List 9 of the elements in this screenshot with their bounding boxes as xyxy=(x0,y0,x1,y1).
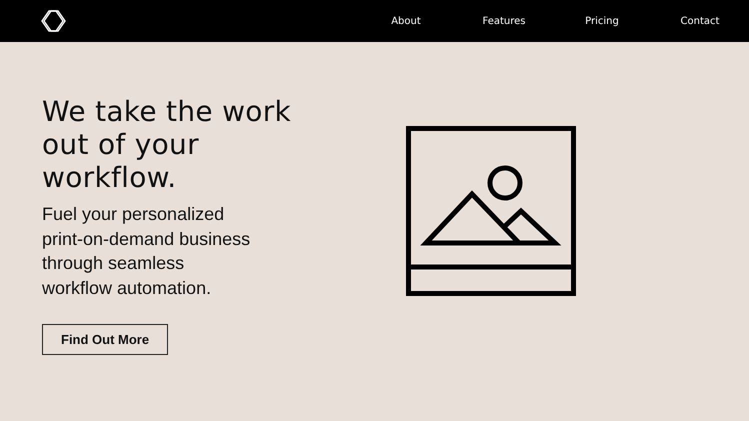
nav-link[interactable]: Features xyxy=(455,16,553,26)
image-placeholder-icon xyxy=(406,126,576,296)
find-out-more-button[interactable]: Find Out More xyxy=(42,324,168,355)
nav-link[interactable]: About xyxy=(357,16,455,26)
hero-heading: We take the work out of your workflow. xyxy=(42,95,292,194)
logo-icon[interactable] xyxy=(41,10,66,32)
hero-text: Fuel your personalized print-on-demand business through seamless workflow automation. xyxy=(42,203,252,300)
nav-link[interactable]: Contact xyxy=(651,16,749,26)
nav-link[interactable]: Pricing xyxy=(553,16,651,26)
